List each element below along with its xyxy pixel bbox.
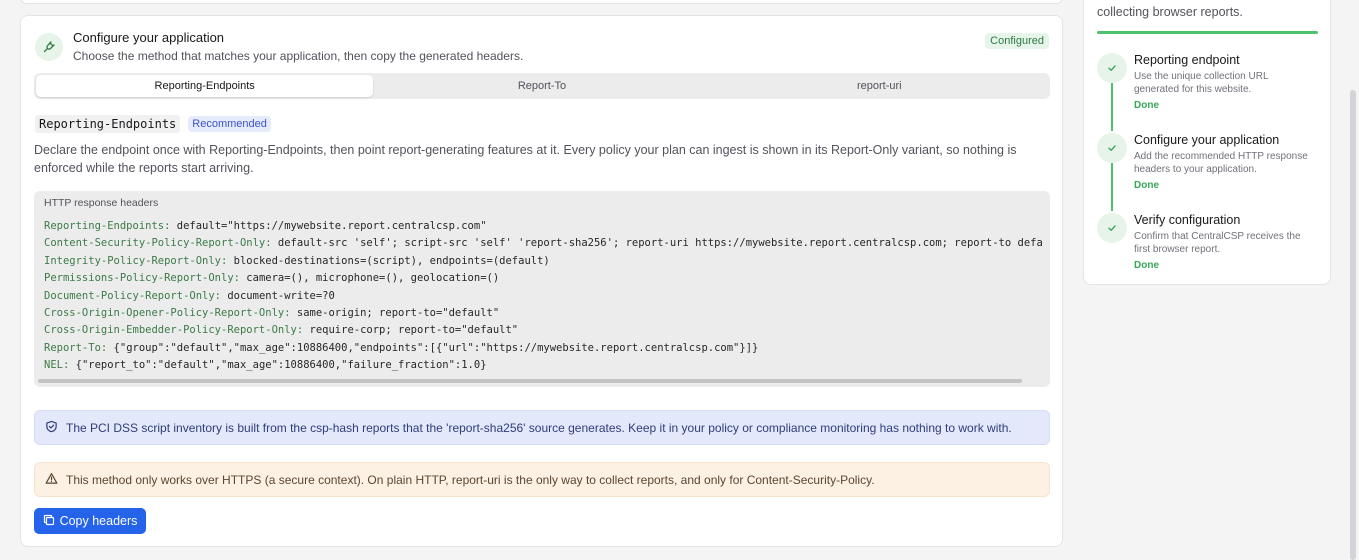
method-description: Declare the endpoint once with Reporting… [34, 143, 1017, 175]
header-value: same-origin; report-to="default" [296, 307, 500, 320]
header-value: blocked-destinations=(script), endpoints… [233, 254, 550, 267]
copy-headers-label: Copy headers [59, 514, 138, 528]
step-status: Done [1134, 260, 1159, 271]
code-lines: Reporting-Endpoints: default="https://my… [44, 218, 1043, 375]
check-icon [1097, 133, 1127, 163]
warning-triangle-icon [45, 472, 58, 488]
step-title: Reporting endpoint [1134, 53, 1240, 67]
code-horizontal-scrollbar[interactable] [38, 379, 1022, 383]
step-title: Configure your application [1134, 133, 1280, 147]
code-line: Report-To: {"group":"default","max_age":… [44, 340, 1043, 357]
header-value: {"group":"default","max_age":10886400,"e… [113, 341, 759, 354]
check-icon [1097, 213, 1127, 243]
code-line: Permissions-Policy-Report-Only: camera=(… [44, 270, 1043, 287]
section-title: Configure your application [73, 30, 225, 45]
header-key: Cross-Origin-Embedder-Policy-Report-Only… [44, 324, 304, 337]
section-subtitle: Choose the method that matches your appl… [73, 49, 524, 63]
step-status: Done [1134, 100, 1159, 111]
header-value: {"report_to":"default","max_age":1088640… [75, 359, 487, 372]
step-description: Add the recommended HTTP response header… [1134, 151, 1308, 175]
warning-alert-text: This method only works over HTTPS (a sec… [66, 472, 875, 487]
method-name: Reporting-Endpoints [35, 115, 181, 133]
shield-check-icon [45, 420, 58, 436]
step-description: Confirm that CentralCSP receives the fir… [1134, 231, 1301, 255]
plug-icon [35, 33, 63, 61]
setup-progress-bar [1097, 31, 1318, 34]
configured-badge: Configured [985, 33, 1049, 49]
header-value: camera=(), microphone=(), geolocation=() [246, 272, 500, 285]
tab-report-to[interactable]: Report-To [373, 75, 710, 97]
code-line: Content-Security-Policy-Report-Only: def… [44, 235, 1043, 252]
header-value: default="https://mywebsite.report.centra… [176, 220, 487, 232]
info-alert-text: The PCI DSS script inventory is built fr… [66, 420, 1012, 435]
sidebar-top-text: collecting browser reports. [1097, 5, 1243, 19]
header-key: Content-Security-Policy-Report-Only: [44, 237, 272, 250]
check-icon [1097, 53, 1127, 83]
code-line: NEL: {"report_to":"default","max_age":10… [44, 357, 1043, 374]
copy-icon [43, 514, 55, 529]
step-connector [1111, 75, 1113, 131]
header-value: document-write=?0 [227, 289, 335, 302]
code-line: Cross-Origin-Opener-Policy-Report-Only: … [44, 305, 1043, 322]
header-value: require-corp; report-to="default" [309, 324, 519, 337]
header-key: Cross-Origin-Opener-Policy-Report-Only: [44, 307, 291, 320]
step-description: Use the unique collection URL generated … [1134, 71, 1269, 95]
header-key: Report-To: [44, 341, 108, 354]
code-line: Cross-Origin-Embedder-Policy-Report-Only… [44, 322, 1043, 339]
header-key: Reporting-Endpoints: [44, 220, 171, 232]
header-key: NEL: [44, 359, 70, 372]
page-scrollbar[interactable] [1350, 90, 1356, 560]
step-connector [1111, 155, 1113, 211]
recommended-badge: Recommended [188, 116, 271, 132]
headers-code-block[interactable]: HTTP response headers Reporting-Endpoint… [34, 191, 1050, 387]
header-value: default-src 'self'; script-src 'self' 'r… [277, 237, 1043, 250]
code-line: Reporting-Endpoints: default="https://my… [44, 218, 1043, 235]
setup-progress-panel: collecting browser reports. Reporting en… [1083, 0, 1331, 285]
code-line: Integrity-Policy-Report-Only: blocked-de… [44, 253, 1043, 270]
https-warning-alert: This method only works over HTTPS (a sec… [34, 462, 1050, 497]
previous-card [20, 0, 1063, 4]
method-heading: Reporting-Endpoints Recommended [35, 115, 271, 133]
code-block-title: HTTP response headers [44, 197, 159, 209]
tab-report-uri[interactable]: report-uri [711, 75, 1048, 97]
step-status: Done [1134, 180, 1159, 191]
pci-info-alert: The PCI DSS script inventory is built fr… [34, 410, 1050, 445]
tab-reporting-endpoints[interactable]: Reporting-Endpoints [36, 75, 374, 97]
method-tabs: Reporting-Endpoints Report-To report-uri [34, 73, 1050, 99]
configure-application-card: Configure your application Choose the me… [20, 15, 1063, 547]
header-key: Permissions-Policy-Report-Only: [44, 272, 240, 285]
step-title: Verify configuration [1134, 213, 1241, 227]
header-key: Integrity-Policy-Report-Only: [44, 254, 228, 267]
code-line: Document-Policy-Report-Only: document-wr… [44, 288, 1043, 305]
copy-headers-button[interactable]: Copy headers [34, 508, 146, 534]
header-key: Document-Policy-Report-Only: [44, 289, 222, 302]
